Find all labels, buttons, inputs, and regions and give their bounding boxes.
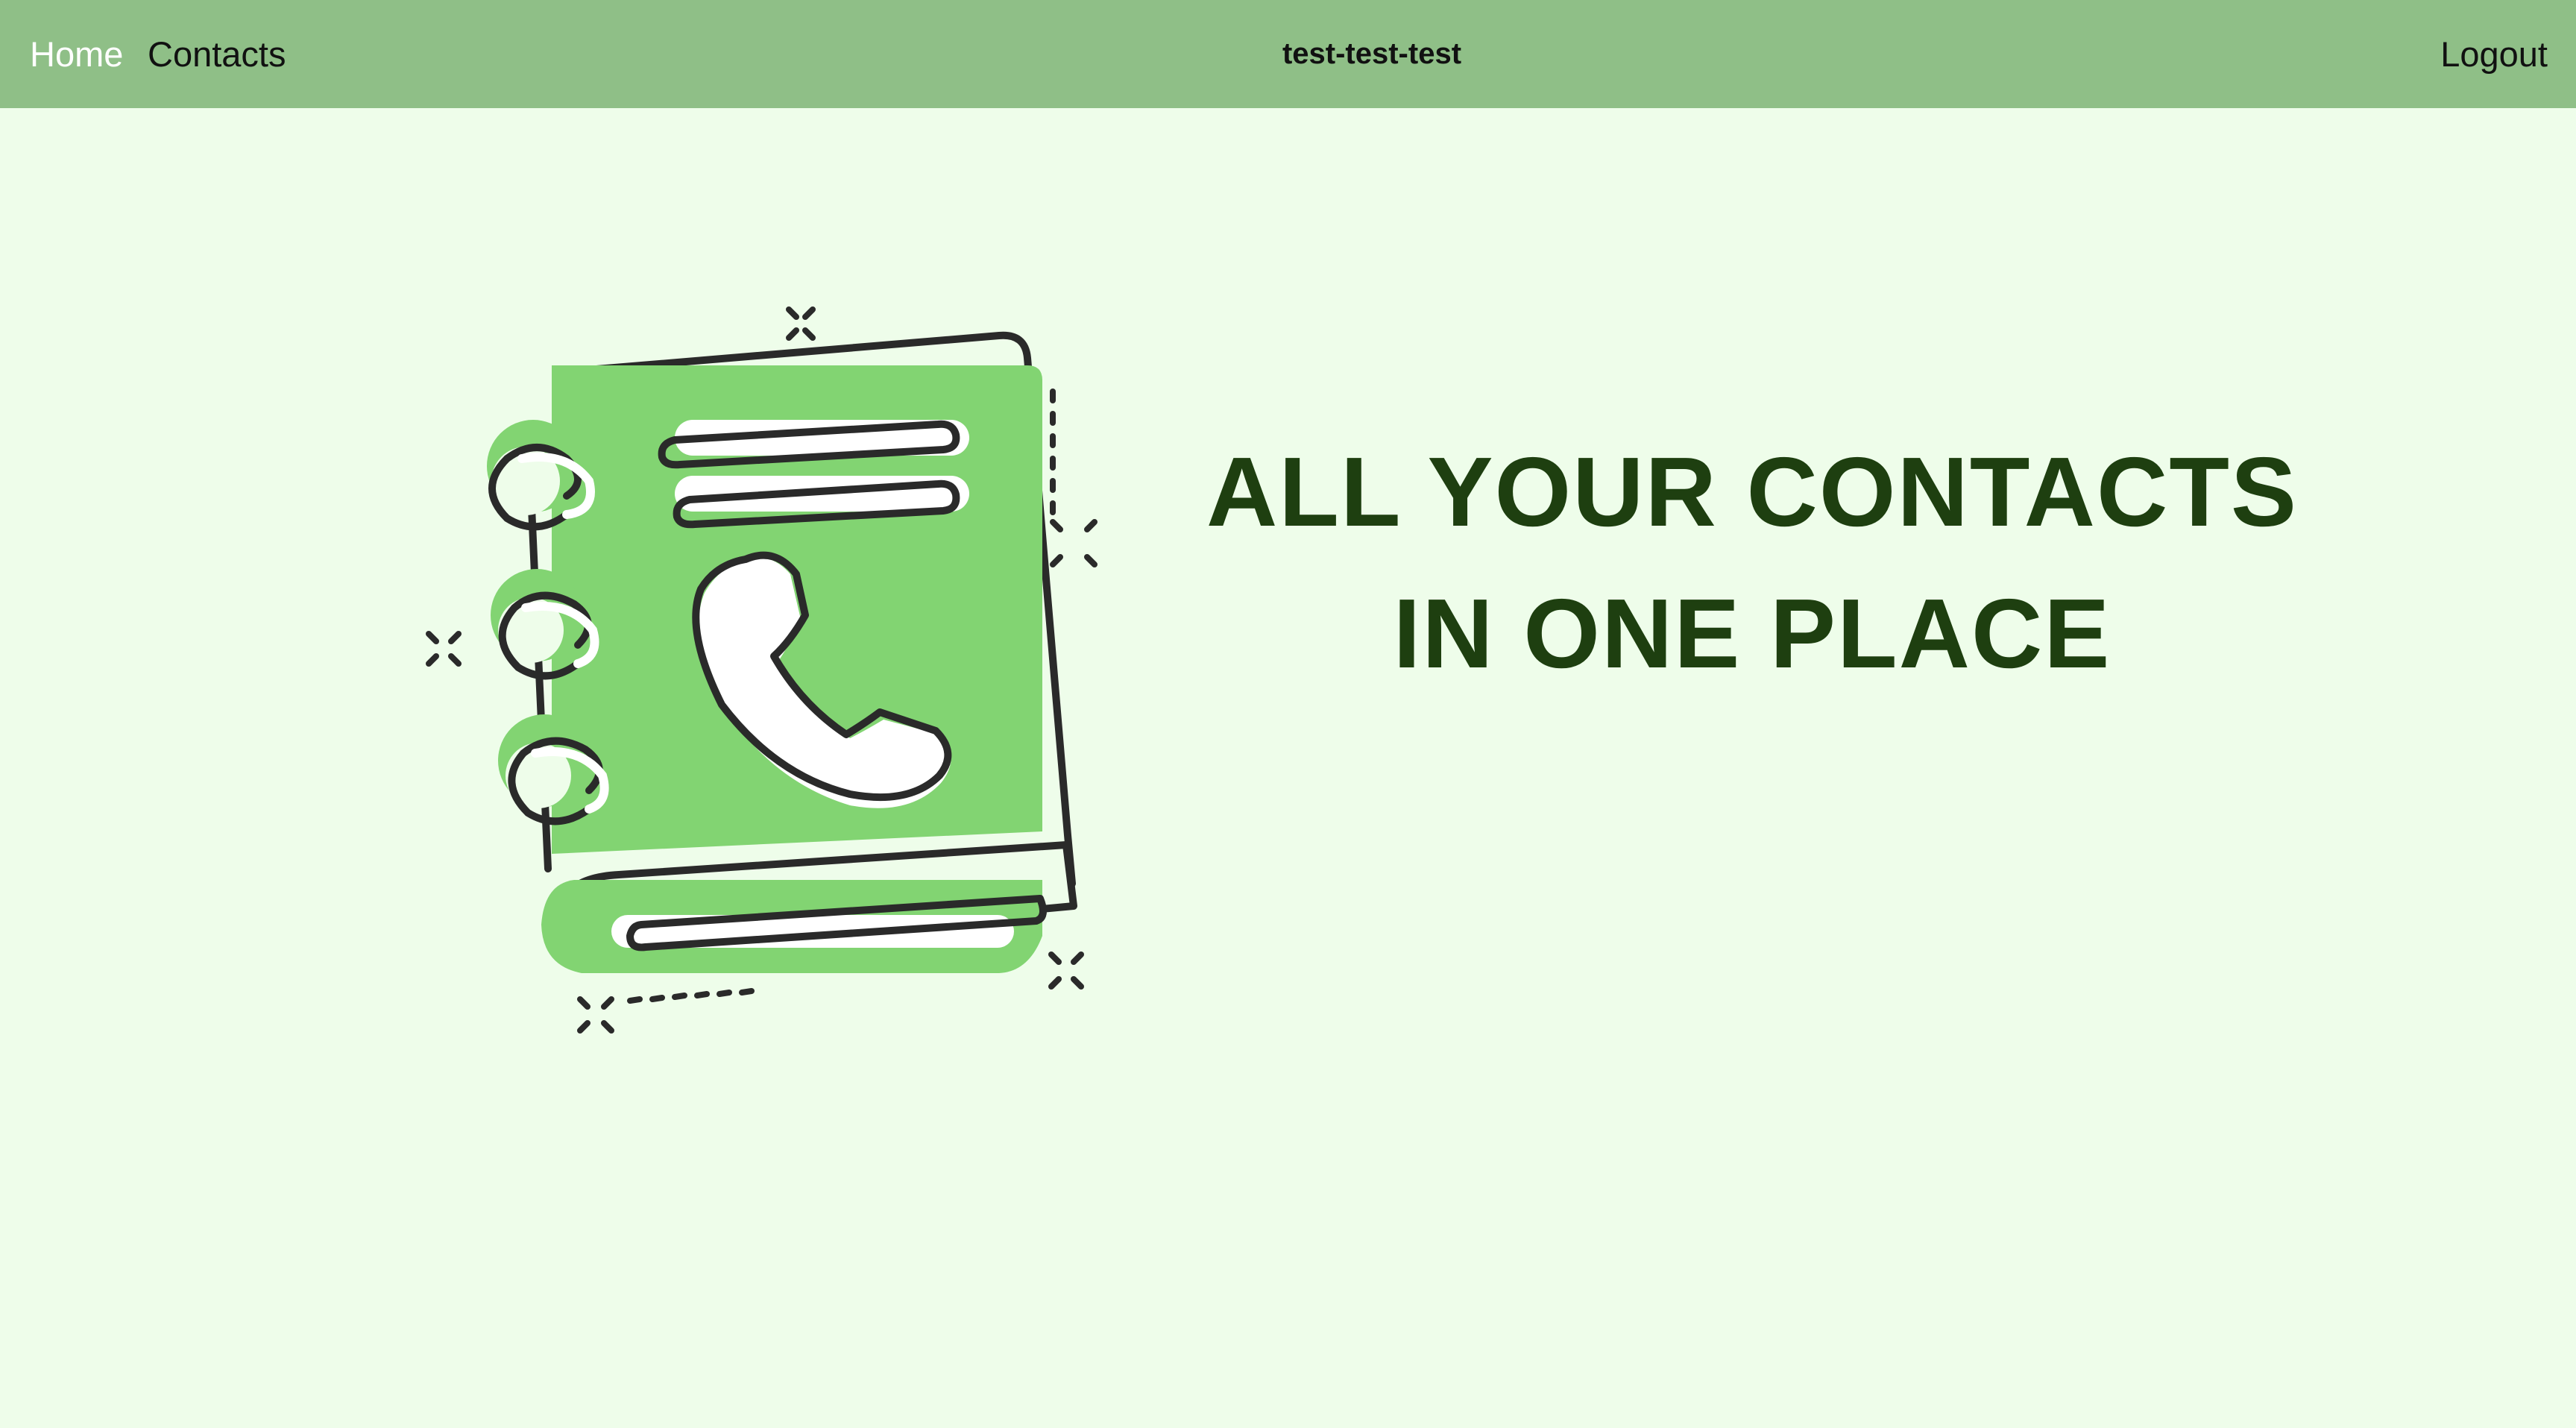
nav-contacts-link[interactable]: Contacts	[148, 0, 286, 108]
logout-link[interactable]: Logout	[2440, 0, 2548, 108]
address-book-phone-icon	[426, 306, 1098, 1034]
headline-line-2: IN ONE PLACE	[1393, 579, 2111, 688]
hero-headline: ALL YOUR CONTACTS IN ONE PLACE	[1163, 421, 2341, 705]
brand-title: test-test-test	[1282, 37, 1462, 70]
nav-home-link[interactable]: Home	[30, 0, 123, 108]
hero-section: ALL YOUR CONTACTS IN ONE PLACE	[0, 108, 2576, 1428]
headline-line-1: ALL YOUR CONTACTS	[1206, 437, 2299, 547]
top-navbar: Home Contacts test-test-test Logout	[0, 0, 2576, 108]
